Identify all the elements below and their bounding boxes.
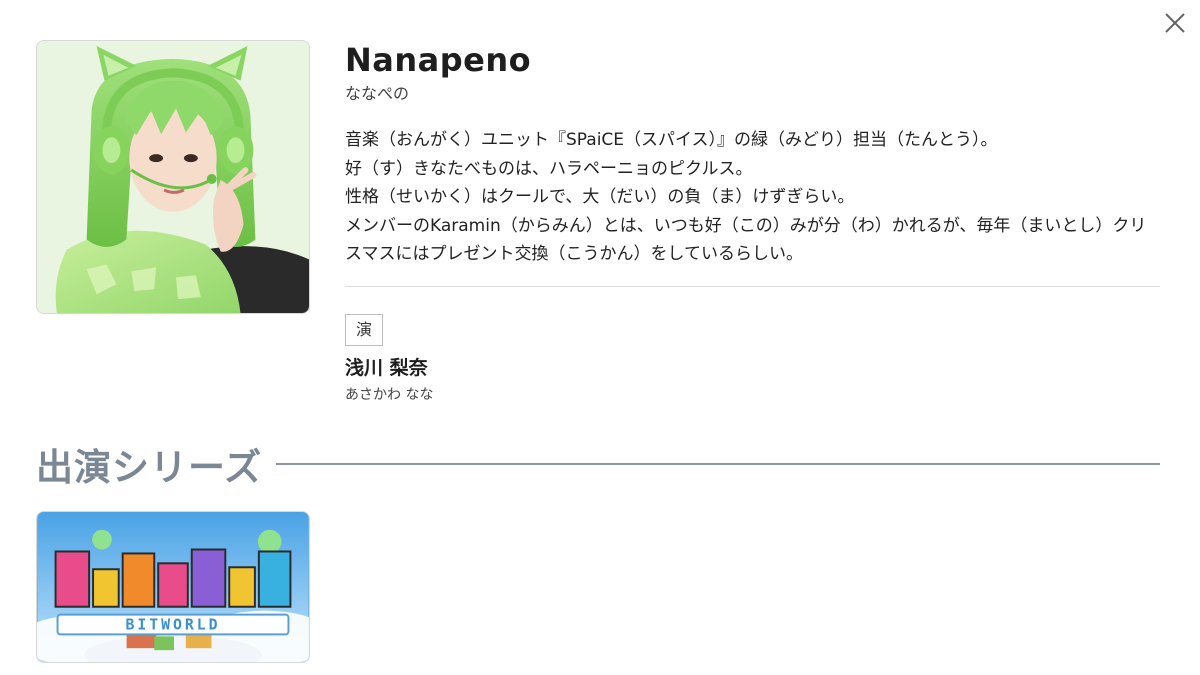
actor-name-kana: あさかわ なな [345,386,434,403]
series-logo-sub: BITWORLD [126,616,221,633]
actor-name: 浅川 梨奈 [345,356,428,379]
cast-role-badge: 演 [345,313,384,346]
character-description: 音楽（おんがく）ユニット『SPaiCE（スパイス）』の緑（みどり）担当（たんとう… [345,126,1160,269]
character-portrait-image [37,41,309,313]
description-line: 音楽（おんがく）ユニット『SPaiCE（スパイス）』の緑（みどり）担当（たんとう… [345,130,998,150]
description-line: メンバーのKaramin（からみん）とは、いつも好（この）みが分（わ）かれるが、… [345,215,1147,265]
series-card-bitworld[interactable]: BITWORLD [36,511,310,663]
character-detail-dialog: Nanapeno ななぺの 音楽（おんがく）ユニット『SPaiCE（スパイス）』… [0,0,1200,675]
description-line: 好（す）きなたべものは、ハラペーニョのピクルス。 [345,158,753,179]
character-portrait [36,40,310,314]
series-section-header: 出演シリーズ [36,440,1160,489]
character-name: Nanapeno [345,41,532,79]
series-section-title: 出演シリーズ [36,446,263,489]
series-section-rule [276,463,1160,465]
character-info: Nanapeno ななぺの 音楽（おんがく）ユニット『SPaiCE（スパイス）』… [345,38,1160,406]
series-thumbnail: BITWORLD [37,512,309,662]
character-name-kana: ななぺの [345,84,410,103]
description-line: 性格（せいかく）はクールで、大（だい）の負（ま）けずぎらい。 [345,187,855,207]
divider [345,285,1160,287]
close-icon [1165,13,1185,33]
close-button[interactable] [1162,10,1188,36]
